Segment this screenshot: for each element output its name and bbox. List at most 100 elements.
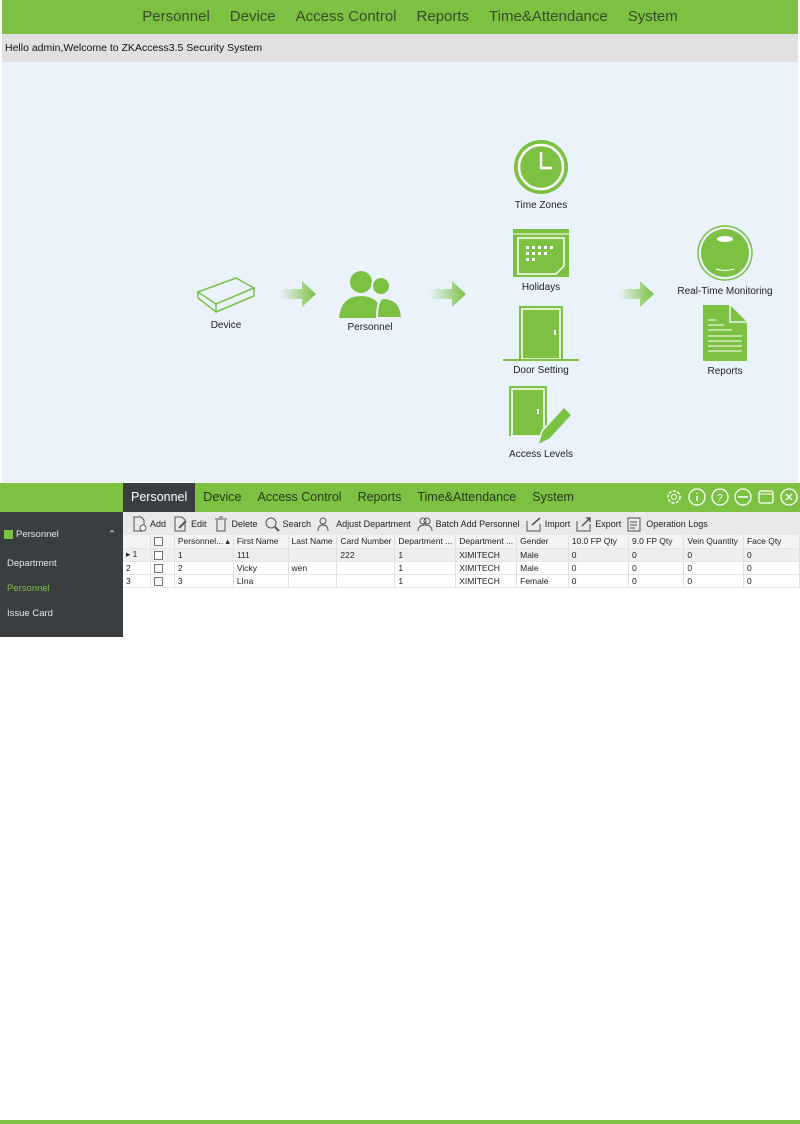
table-cell: 1 — [394, 574, 457, 588]
sidebar-item-issue-card[interactable]: Issue Card — [7, 608, 53, 619]
close-icon[interactable] — [780, 488, 798, 506]
tab-personnel[interactable]: Personnel — [123, 483, 196, 512]
personnel-icon — [4, 530, 13, 539]
column-header[interactable]: Vein Quantity — [683, 535, 744, 549]
tab-system[interactable]: System — [524, 483, 582, 512]
table-cell: 0 — [683, 561, 744, 575]
nav-time-attendance[interactable]: Time&Attendance — [479, 0, 618, 34]
nav-system[interactable]: System — [618, 0, 688, 34]
sidebar-item-department[interactable]: Department — [7, 558, 57, 569]
table-cell: 2 — [174, 561, 234, 575]
edit-button[interactable]: Edit — [172, 516, 207, 532]
minimize-icon[interactable] — [734, 488, 752, 506]
nav-device[interactable]: Device — [220, 0, 286, 34]
edit-icon — [174, 516, 187, 531]
table-row[interactable]: 2 2 Vicky wen 1 XIMITECH Male 0 0 0 0 — [123, 561, 800, 575]
row-checkbox[interactable] — [150, 548, 175, 562]
users-icon — [417, 517, 433, 531]
table-cell: Vicky — [233, 561, 289, 575]
sidebar-header[interactable]: Personnel ⌃ — [4, 529, 116, 540]
flow-door-setting[interactable]: Door Setting — [471, 305, 611, 376]
batch-add-personnel-button[interactable]: Batch Add Personnel — [417, 516, 520, 532]
column-header[interactable]: Department ... — [455, 535, 518, 549]
sidebar: Personnel ⌃ Department Personnel Issue C… — [0, 512, 123, 637]
info-icon[interactable] — [688, 488, 706, 506]
flow-personnel[interactable]: Personnel — [300, 268, 440, 333]
table-cell: LIna — [233, 574, 289, 588]
column-header[interactable]: 10.0 FP Qty — [568, 535, 630, 549]
column-header[interactable]: 9.0 FP Qty — [628, 535, 685, 549]
personnel-icon — [339, 271, 403, 318]
column-header[interactable]: Department ... — [394, 535, 457, 549]
table-cell: 0 — [743, 561, 800, 575]
svg-text:?: ? — [717, 493, 723, 504]
row-number: 3 — [123, 574, 151, 588]
search-icon — [265, 517, 280, 532]
flow-realtime-monitoring[interactable]: Real-Time Monitoring — [655, 224, 795, 297]
export-button[interactable]: Export — [576, 516, 621, 532]
clock-icon — [514, 140, 568, 194]
sidebar-item-personnel[interactable]: Personnel — [7, 583, 50, 594]
app-tabs: Personnel Device Access Control Reports … — [123, 483, 582, 512]
add-icon — [133, 516, 147, 531]
column-header[interactable]: Card Number — [336, 535, 396, 549]
report-icon — [703, 305, 747, 361]
flow-time-zones[interactable]: Time Zones — [471, 138, 611, 211]
column-header[interactable]: Gender — [516, 535, 569, 549]
flow-device[interactable]: Device — [156, 274, 296, 331]
column-header[interactable]: Face Qty — [743, 535, 800, 549]
import-button[interactable]: Import — [526, 516, 570, 532]
table-cell: 0 — [568, 561, 630, 575]
maximize-icon[interactable] — [757, 488, 775, 506]
tab-time-attendance[interactable]: Time&Attendance — [409, 483, 524, 512]
column-header[interactable]: Personnel... ▴ — [174, 535, 234, 549]
calendar-icon — [513, 229, 569, 277]
collapse-icon[interactable]: ⌃ — [108, 529, 116, 540]
adjust-department-button[interactable]: Adjust Department — [317, 516, 411, 532]
table-cell: XIMITECH — [455, 548, 518, 562]
nav-personnel[interactable]: Personnel — [132, 0, 220, 34]
table-cell: 3 — [174, 574, 234, 588]
column-header[interactable]: First Name — [233, 535, 289, 549]
add-button[interactable]: Add — [131, 516, 166, 532]
nav-reports[interactable]: Reports — [407, 0, 480, 34]
operation-logs-button[interactable]: Operation Logs — [627, 516, 708, 532]
flow-access-levels[interactable]: Access Levels — [471, 385, 611, 460]
table-row[interactable]: ▸ 1 1 111 222 1 XIMITECH Male 0 0 0 0 — [123, 548, 800, 562]
table-cell: XIMITECH — [455, 561, 518, 575]
table-cell: 0 — [568, 548, 630, 562]
column-header[interactable]: Last Name — [288, 535, 338, 549]
table-header: Personnel... ▴ First Name Last Name Card Nu… — [123, 535, 800, 549]
select-all-checkbox[interactable] — [150, 535, 175, 549]
table-cell: 0 — [743, 548, 800, 562]
arrow-icon — [430, 281, 466, 307]
table-cell — [288, 548, 338, 562]
gear-icon[interactable] — [665, 488, 683, 506]
search-button[interactable]: Search — [264, 516, 311, 532]
table-cell: Male — [516, 548, 569, 562]
status-bar — [0, 1120, 800, 1124]
table-cell: 0 — [628, 548, 685, 562]
personnel-table: Personnel... ▴ First Name Last Name Card Nu… — [123, 535, 800, 588]
table-cell: 0 — [628, 561, 685, 575]
toolbar: Add Edit Delete Search Adjust Department… — [123, 512, 800, 535]
access-levels-icon — [509, 386, 574, 445]
flow-holidays[interactable]: Holidays — [471, 228, 611, 293]
monitor-icon — [697, 225, 753, 281]
row-checkbox[interactable] — [150, 561, 175, 575]
row-checkbox[interactable] — [150, 574, 175, 588]
table-row[interactable]: 3 3 LIna 1 XIMITECH Female 0 0 0 0 — [123, 574, 800, 588]
table-cell: 0 — [568, 574, 630, 588]
device-icon — [196, 277, 256, 314]
flow-reports[interactable]: Reports — [655, 304, 795, 377]
delete-button[interactable]: Delete — [213, 516, 258, 532]
tab-access-control[interactable]: Access Control — [250, 483, 350, 512]
table-cell: 222 — [336, 548, 396, 562]
help-icon[interactable]: ? — [711, 488, 729, 506]
flow-canvas: Device Personnel Time Zones Holidays Doo… — [2, 62, 798, 482]
row-number: ▸ 1 — [123, 548, 151, 562]
top-nav: Personnel Device Access Control Reports … — [2, 0, 798, 34]
tab-device[interactable]: Device — [195, 483, 249, 512]
tab-reports[interactable]: Reports — [350, 483, 410, 512]
nav-access-control[interactable]: Access Control — [286, 0, 407, 34]
